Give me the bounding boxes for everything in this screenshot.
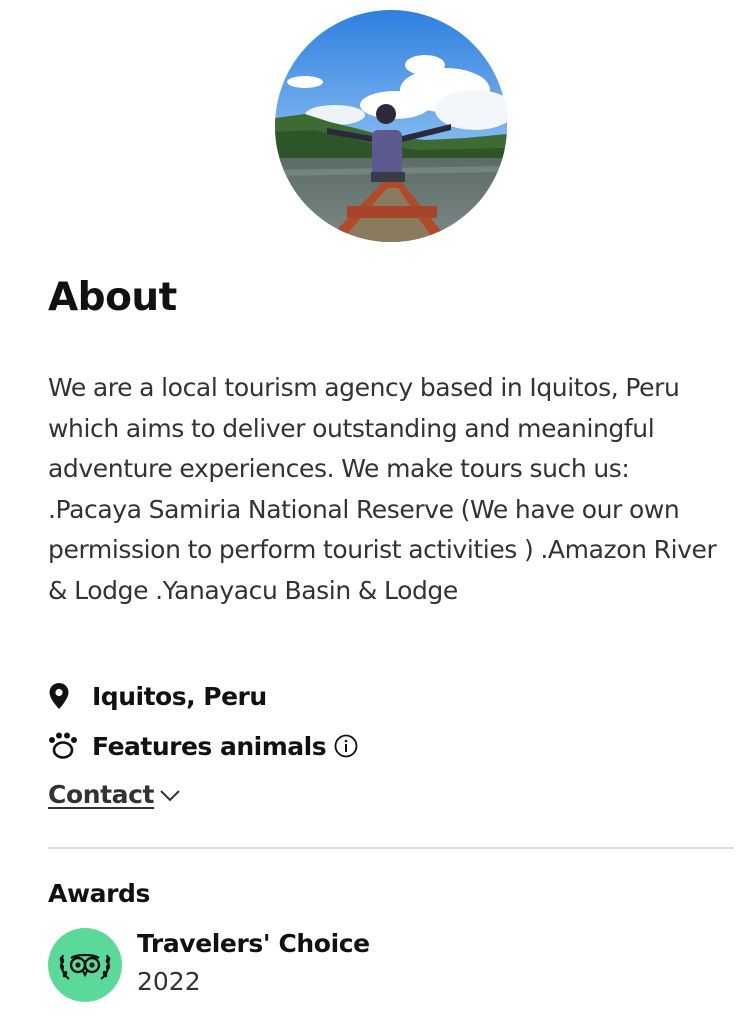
location-row: Iquitos, Peru [48, 680, 267, 712]
award-year: 2022 [137, 967, 201, 996]
location-text: Iquitos, Peru [92, 681, 267, 711]
profile-photo [275, 10, 507, 242]
features-text: Features animals [92, 731, 327, 761]
about-description: We are a local tourism agency based in I… [48, 373, 717, 605]
about-section: About We are a local tourism agency base… [0, 0, 750, 1024]
about-heading: About [48, 275, 177, 320]
map-pin-icon [48, 680, 80, 712]
features-row: Features animals [48, 730, 358, 762]
award-name: Travelers' Choice [137, 929, 370, 958]
info-icon[interactable] [334, 734, 358, 758]
contact-dropdown[interactable]: Contact [48, 780, 182, 809]
chevron-down-icon[interactable] [158, 787, 182, 803]
contact-label[interactable]: Contact [48, 780, 155, 809]
awards-heading: Awards [48, 879, 151, 908]
section-divider [48, 847, 734, 849]
travelers-choice-owl-icon [48, 928, 122, 1002]
paw-icon [48, 730, 80, 762]
